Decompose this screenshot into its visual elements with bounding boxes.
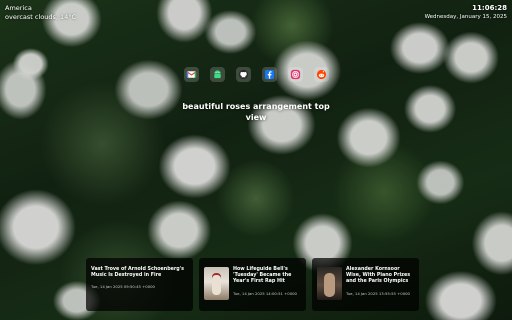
- facebook-icon: [264, 69, 274, 80]
- news-headline[interactable]: Alexander Kornsoor Wise, With Piano Priz…: [346, 267, 414, 286]
- news-thumbnail: [204, 267, 229, 300]
- weather-widget: America overcast clouds, 14°C: [5, 4, 76, 22]
- android-icon: [213, 70, 221, 79]
- news-headline[interactable]: How Lifeguide Bell's 'Tuesday' Became th…: [233, 267, 301, 286]
- github-icon: [238, 69, 248, 80]
- shortcut-reddit[interactable]: [313, 67, 329, 82]
- instagram-icon: [290, 69, 300, 80]
- news-timestamp: Tue, 14 Jan 2025 14:00:51 +0000: [233, 290, 297, 296]
- news-card[interactable]: Alexander Kornsoor Wise, With Piano Priz…: [312, 258, 419, 311]
- clock-date: Wednesday, January 15, 2025: [424, 14, 507, 20]
- photo-title: beautiful roses arrangement top view: [182, 102, 330, 122]
- reddit-icon: [316, 69, 326, 80]
- shortcut-gmail[interactable]: [183, 67, 199, 82]
- clock-time: 11:06:28: [472, 4, 507, 12]
- clock-widget: 11:06:28 Wednesday, January 15, 2025: [425, 4, 507, 21]
- news-card[interactable]: Vast Trove of Arnold Schoenberg's Music …: [86, 258, 193, 311]
- shortcut-github[interactable]: [235, 67, 251, 82]
- news-timestamp: Tue, 14 Jan 2025 13:55:55 +0000: [346, 290, 410, 296]
- gmail-icon: [186, 71, 196, 78]
- news-feed: Vast Trove of Arnold Schoenberg's Music …: [86, 258, 419, 311]
- shortcut-bar: [0, 67, 512, 82]
- news-thumbnail: [317, 267, 342, 300]
- weather-location: America: [5, 4, 32, 12]
- shortcut-instagram[interactable]: [287, 67, 303, 82]
- news-headline[interactable]: Vast Trove of Arnold Schoenberg's Music …: [91, 267, 188, 279]
- shortcut-facebook[interactable]: [261, 67, 277, 82]
- news-card[interactable]: How Lifeguide Bell's 'Tuesday' Became th…: [199, 258, 306, 311]
- shortcut-android[interactable]: [209, 67, 225, 82]
- weather-condition: overcast clouds, 14°C: [5, 13, 77, 21]
- news-timestamp: Tue, 14 Jan 2025 09:50:45 +0000: [91, 284, 155, 290]
